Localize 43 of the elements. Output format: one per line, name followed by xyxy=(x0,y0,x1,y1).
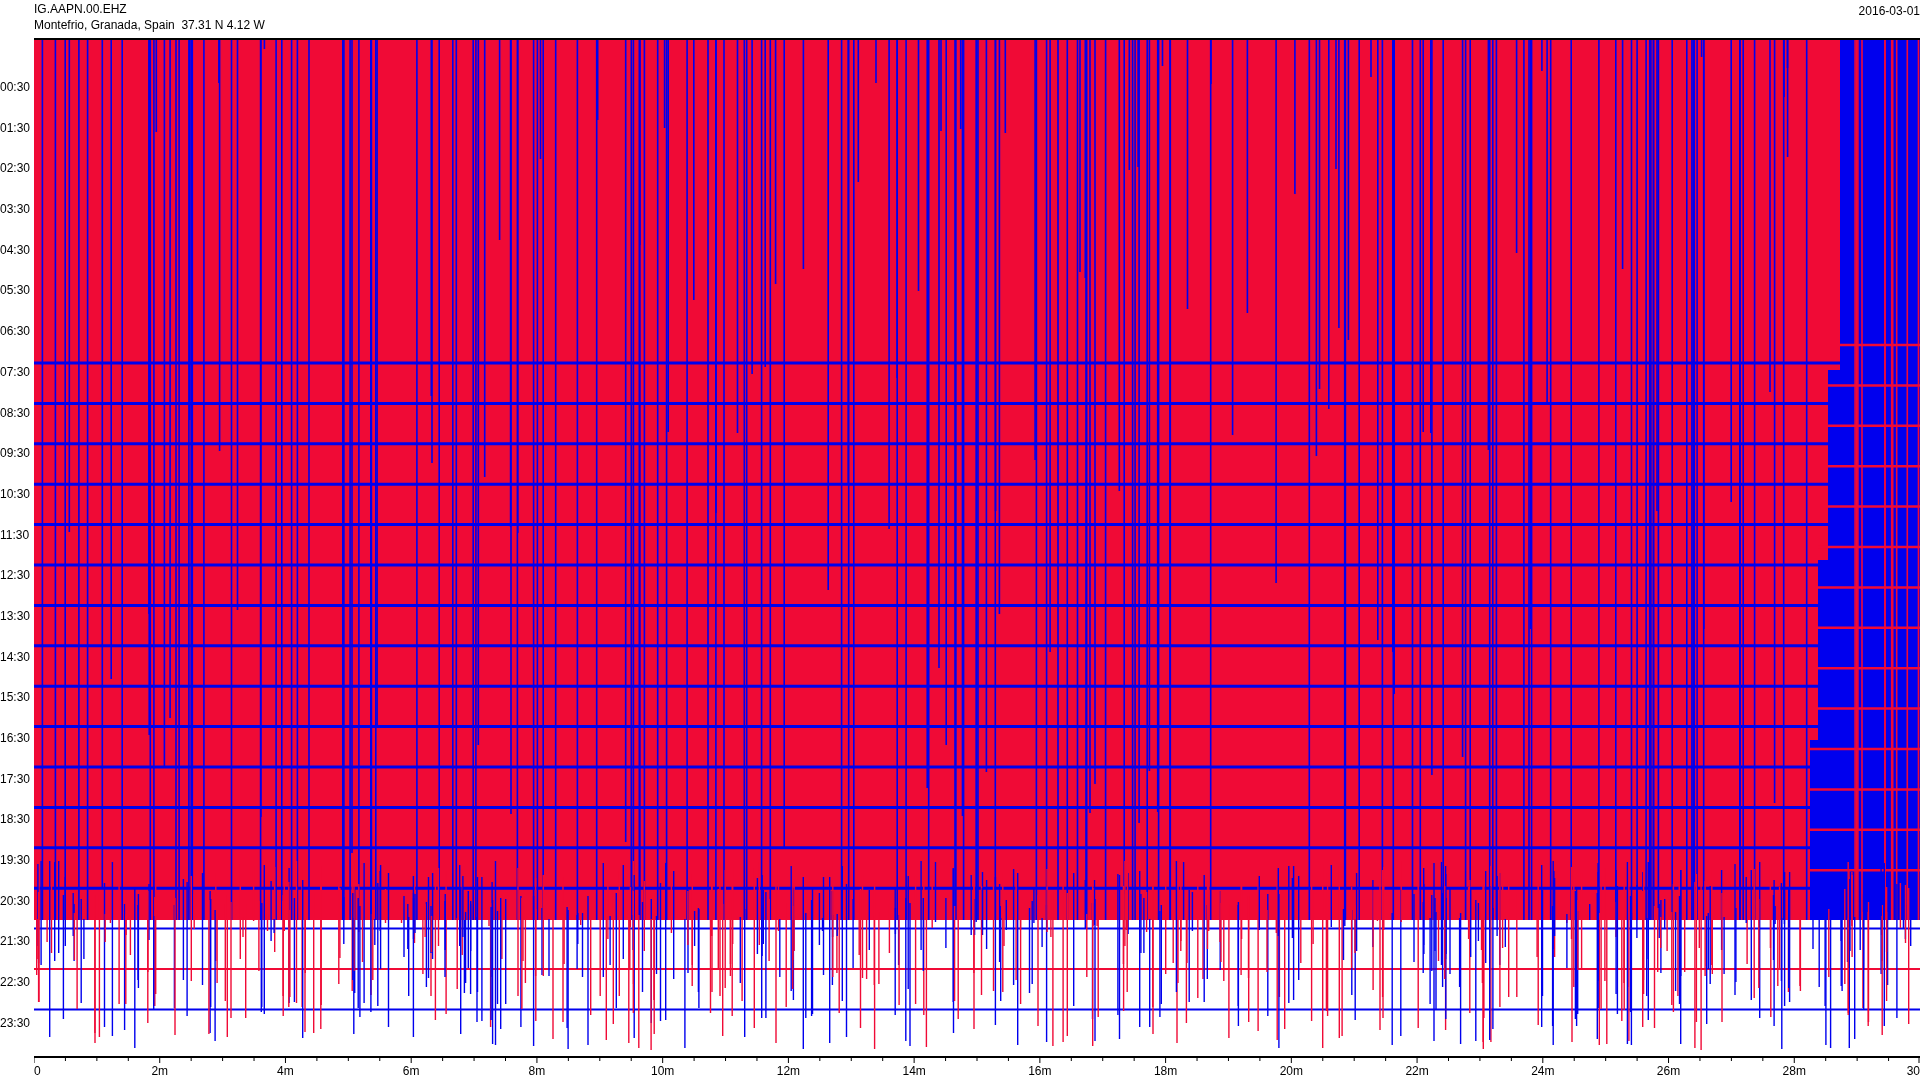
x-axis-label: 30 xyxy=(1906,1065,1920,1078)
x-axis-label: 20m xyxy=(1279,1065,1303,1078)
x-axis-label: 8m xyxy=(528,1065,546,1078)
y-axis-label: 07:30 xyxy=(0,364,31,379)
plot-date: 2016-03-01 xyxy=(1858,3,1920,20)
y-axis-label: 16:30 xyxy=(0,731,31,745)
x-axis-label: 14m xyxy=(902,1065,926,1078)
y-axis-label: 08:30 xyxy=(0,405,31,420)
y-axis-label: 10:30 xyxy=(0,486,31,501)
y-axis-label: 02:30 xyxy=(0,161,31,176)
y-axis-label: 01:30 xyxy=(0,120,31,135)
y-axis-label: 04:30 xyxy=(0,242,31,257)
y-axis-label: 12:30 xyxy=(0,568,31,583)
x-axis-label: 2m xyxy=(151,1065,169,1078)
y-axis-label: 03:30 xyxy=(0,202,31,217)
y-axis-label: 06:30 xyxy=(0,324,31,339)
y-axis-label: 22:30 xyxy=(0,975,31,990)
y-axis-label: 09:30 xyxy=(0,446,31,461)
station-code: IG.AAPN.00.EHZ xyxy=(34,1,127,16)
x-axis-label: 10m xyxy=(651,1065,675,1078)
y-axis-label: 00:30 xyxy=(0,80,31,94)
y-axis-label: 13:30 xyxy=(0,608,31,623)
y-axis-label: 14:30 xyxy=(0,649,31,664)
x-axis-label: 6m xyxy=(402,1065,420,1078)
x-axis-label: 24m xyxy=(1531,1065,1555,1078)
x-axis-label: 12m xyxy=(776,1065,801,1078)
y-axis-label: 11:30 xyxy=(0,527,30,542)
x-axis-label: 28m xyxy=(1782,1065,1806,1078)
x-axis-label: 22m xyxy=(1405,1065,1429,1078)
x-axis-label: 4m xyxy=(277,1065,294,1078)
y-axis-label: 05:30 xyxy=(0,283,31,298)
y-axis-label: 19:30 xyxy=(0,853,31,868)
y-axis-label: 17:30 xyxy=(0,771,31,786)
station-location: Montefrio, Granada, Spain 37.31 N 4.12 W xyxy=(34,17,265,32)
y-axis-label: 23:30 xyxy=(0,1015,31,1030)
y-axis-label: 21:30 xyxy=(0,934,31,949)
y-axis-label: 18:30 xyxy=(0,812,31,827)
x-axis-label: 0 xyxy=(34,1065,41,1078)
x-axis-label: 16m xyxy=(1028,1065,1052,1078)
y-axis-label: 15:30 xyxy=(0,690,31,705)
y-axis-label: 20:30 xyxy=(0,893,31,908)
x-axis-label: 26m xyxy=(1656,1065,1681,1078)
x-axis-label: 18m xyxy=(1153,1065,1178,1078)
